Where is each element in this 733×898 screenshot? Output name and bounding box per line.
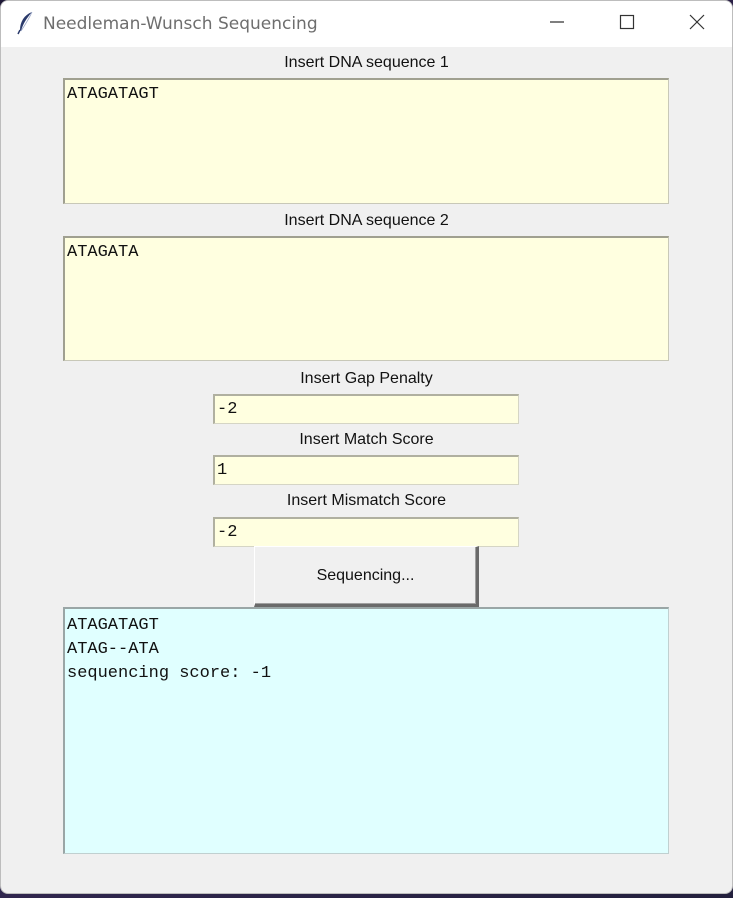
match-score-input[interactable]: 1 xyxy=(213,455,519,485)
output-line-aligned-seq2: ATAG--ATA xyxy=(67,640,159,659)
sequence1-textarea[interactable]: ATAGATAGT xyxy=(63,78,669,204)
minimize-button[interactable] xyxy=(522,1,592,47)
sequence2-label: Insert DNA sequence 2 xyxy=(284,212,449,229)
output-line-score: sequencing score: -1 xyxy=(67,664,272,683)
gap-penalty-label: Insert Gap Penalty xyxy=(300,370,433,387)
mismatch-score-label: Insert Mismatch Score xyxy=(286,492,447,509)
output-textarea[interactable]: ATAGATAGT ATAG--ATA sequencing score: -1 xyxy=(63,607,669,854)
match-score-label: Insert Match Score xyxy=(299,431,434,448)
sequence2-textarea[interactable]: ATAGATA xyxy=(63,236,669,361)
sequence1-label: Insert DNA sequence 1 xyxy=(284,54,449,71)
maximize-icon xyxy=(619,14,635,35)
output-line-aligned-seq1: ATAGATAGT xyxy=(67,616,159,635)
desktop-background: Needleman-Wunsch Sequencing Insert DNA s… xyxy=(0,0,733,898)
feather-icon xyxy=(17,11,35,35)
maximize-button[interactable] xyxy=(592,1,662,47)
mismatch-score-input[interactable]: -2 xyxy=(213,517,519,547)
app-window: Needleman-Wunsch Sequencing Insert DNA s… xyxy=(0,0,733,894)
gap-penalty-input[interactable]: -2 xyxy=(213,394,519,424)
title-bar[interactable]: Needleman-Wunsch Sequencing xyxy=(1,1,732,47)
window-title: Needleman-Wunsch Sequencing xyxy=(43,14,318,34)
close-icon xyxy=(689,14,705,35)
sequencing-button[interactable]: Sequencing... xyxy=(254,546,479,607)
minimize-icon xyxy=(549,14,565,35)
close-button[interactable] xyxy=(662,1,732,47)
